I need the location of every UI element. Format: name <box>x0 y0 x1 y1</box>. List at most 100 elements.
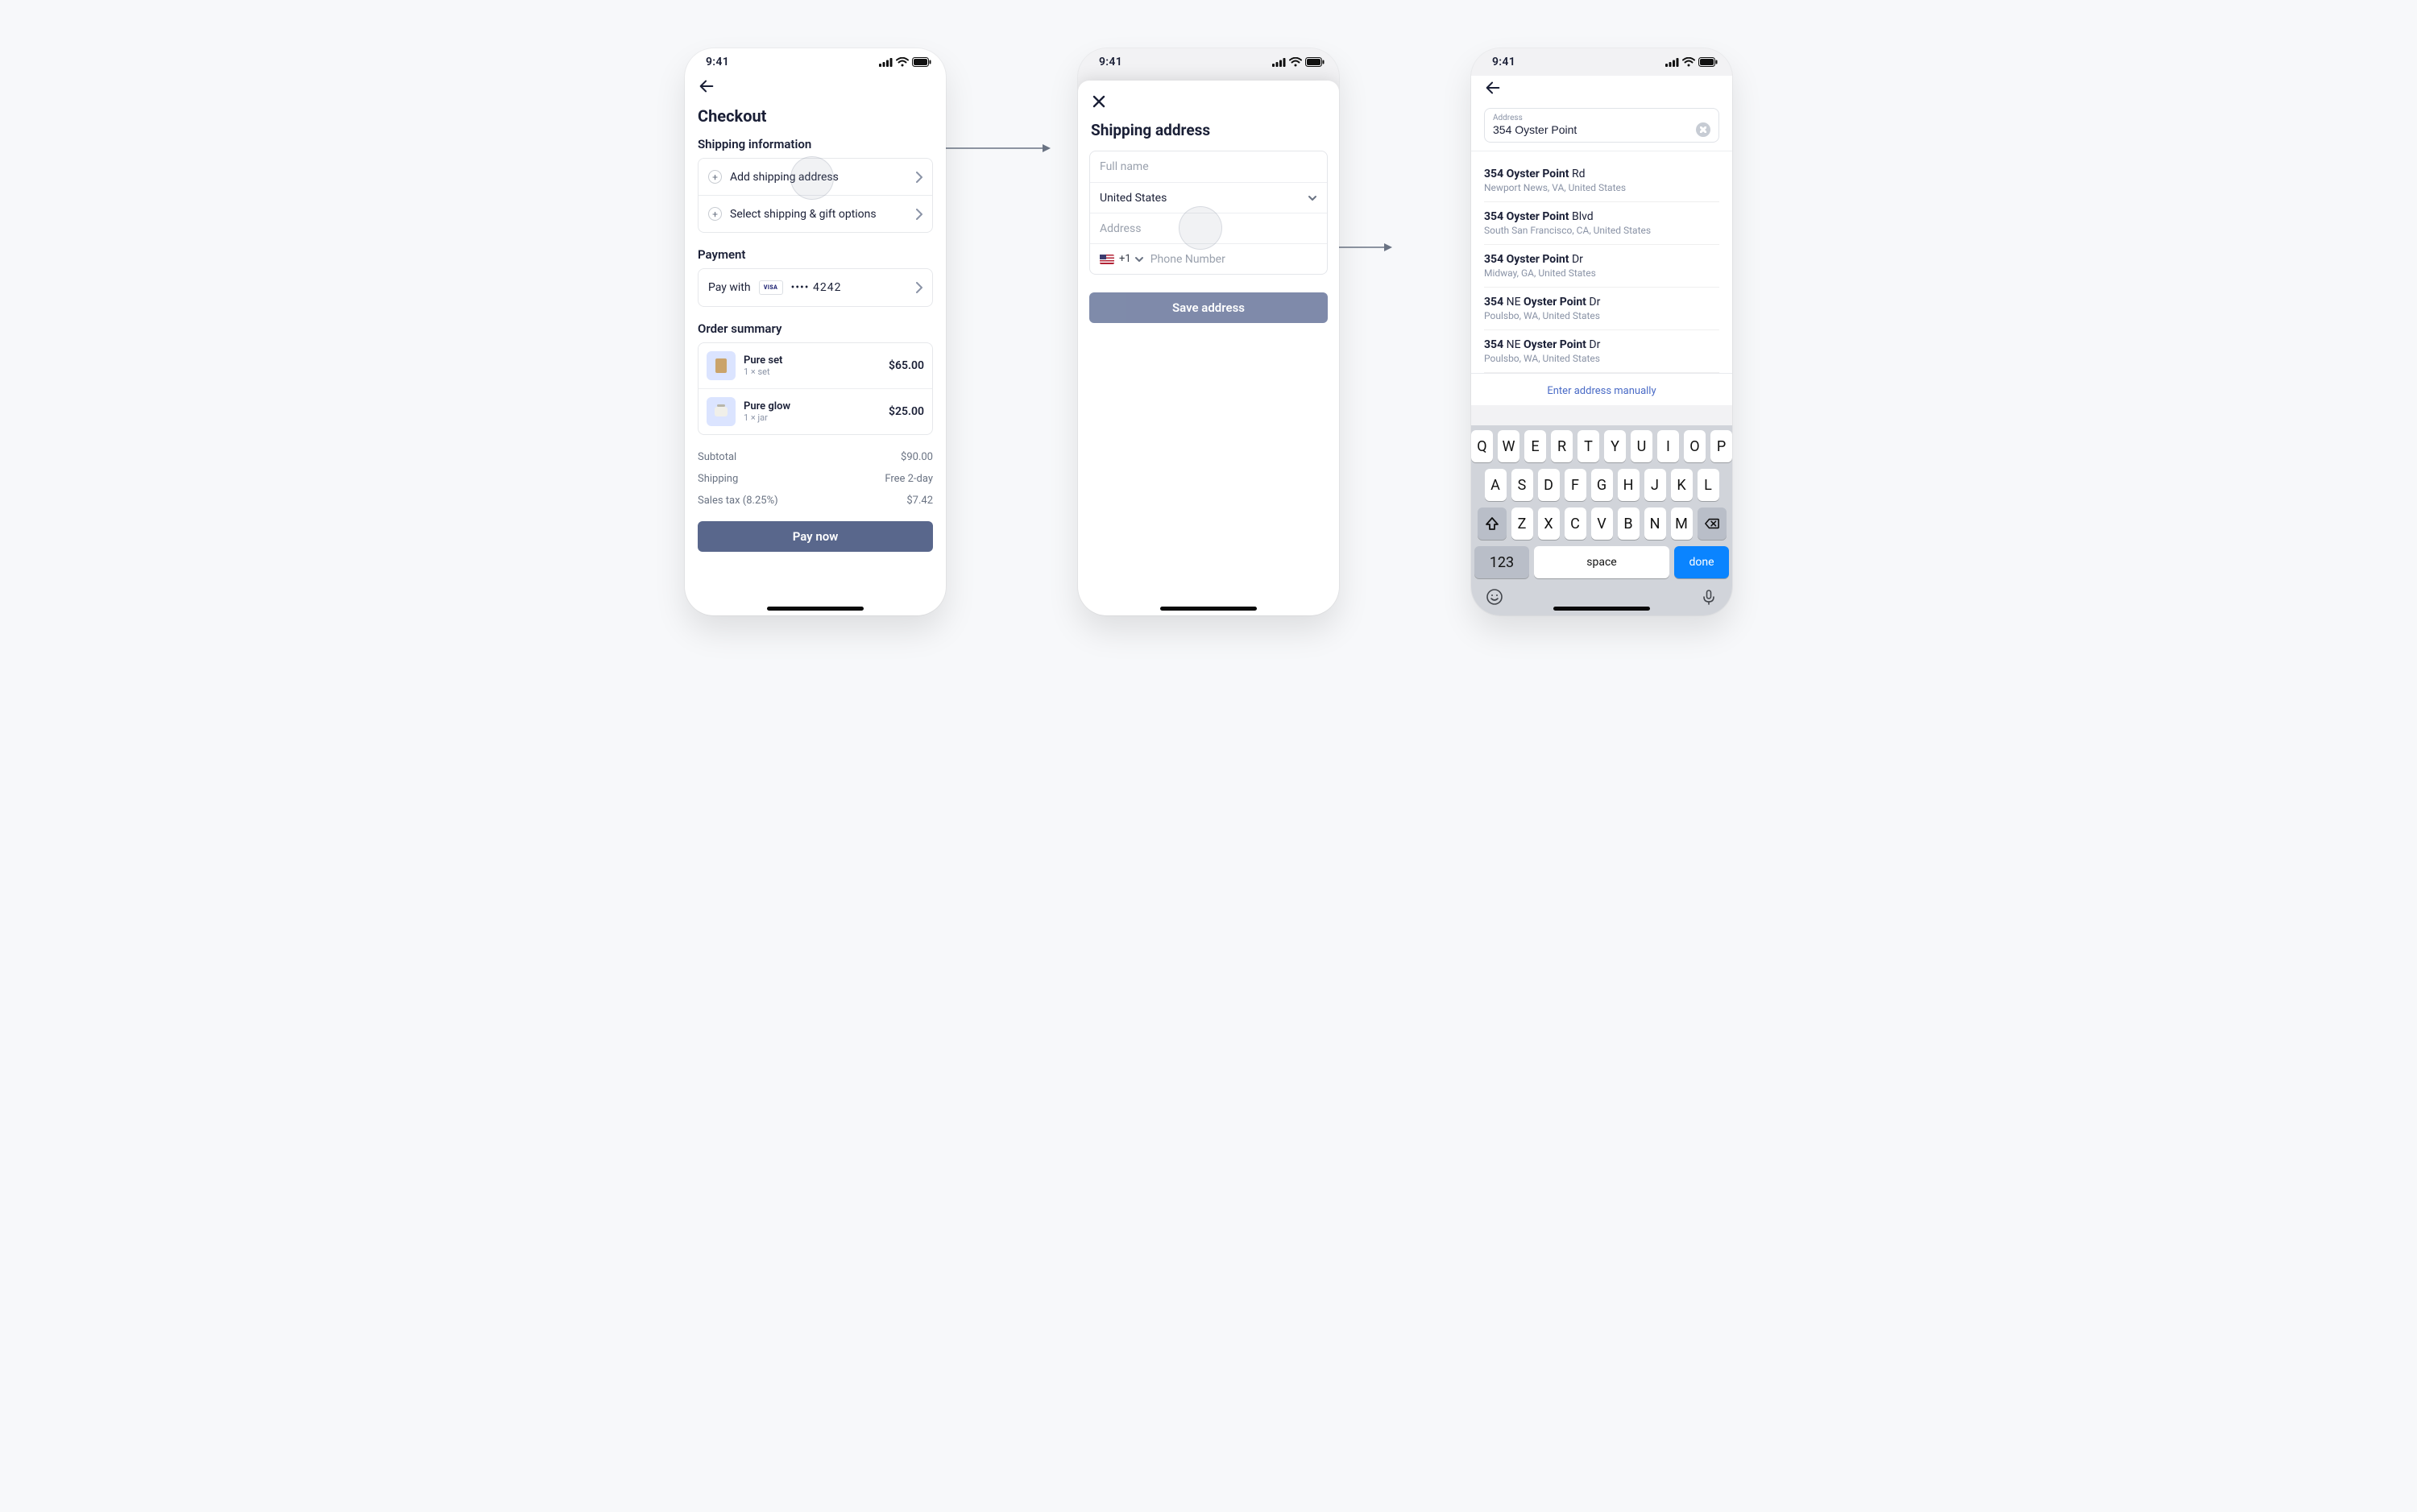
letter-key[interactable]: P <box>1710 430 1732 462</box>
wifi-icon <box>1289 57 1302 67</box>
letter-key[interactable]: R <box>1551 430 1573 462</box>
letter-key[interactable]: M <box>1671 507 1693 540</box>
pay-now-button[interactable]: Pay now <box>698 521 933 552</box>
enter-address-manually-link[interactable]: Enter address manually <box>1471 373 1732 405</box>
cellular-icon <box>1272 58 1286 67</box>
letter-key[interactable]: J <box>1644 469 1666 501</box>
status-time: 9:41 <box>706 56 729 68</box>
visa-badge: VISA <box>759 280 783 295</box>
tax-value: $7.42 <box>906 495 933 507</box>
screen-address-autocomplete: 9:41 Address <box>1471 48 1732 615</box>
full-name-field[interactable]: Full name <box>1090 151 1327 182</box>
letter-key[interactable]: A <box>1485 469 1507 501</box>
close-icon <box>1092 95 1105 108</box>
letter-key[interactable]: I <box>1657 430 1679 462</box>
phone-placeholder: Phone Number <box>1150 253 1225 266</box>
letter-key[interactable]: U <box>1631 430 1652 462</box>
letter-key[interactable]: Y <box>1604 430 1626 462</box>
letter-key[interactable]: D <box>1538 469 1560 501</box>
shift-icon <box>1485 516 1499 531</box>
subtotal-value: $90.00 <box>901 451 933 463</box>
numeric-key[interactable]: 123 <box>1474 546 1529 578</box>
arrow-left-icon <box>1484 79 1502 97</box>
shift-key[interactable] <box>1478 507 1507 540</box>
page-title: Checkout <box>698 106 933 126</box>
order-item-price: $65.00 <box>889 359 924 372</box>
address-suggestion-list: 354 Oyster Point RdNewport News, VA, Uni… <box>1471 151 1732 373</box>
letter-key[interactable]: G <box>1591 469 1613 501</box>
letter-key[interactable]: H <box>1618 469 1640 501</box>
emoji-icon <box>1486 588 1503 606</box>
shipping-section-heading: Shipping information <box>698 137 933 151</box>
chevron-right-icon <box>916 209 922 220</box>
subtotal-label: Subtotal <box>698 451 736 463</box>
dictation-key[interactable] <box>1700 588 1718 609</box>
address-suggestion[interactable]: 354 Oyster Point BlvdSouth San Francisco… <box>1484 202 1719 245</box>
product-thumb <box>707 351 736 380</box>
country-select[interactable]: United States <box>1090 182 1327 213</box>
pay-with-label: Pay with <box>708 281 751 294</box>
add-shipping-address-row[interactable]: + Add shipping address <box>699 159 932 195</box>
battery-icon <box>1305 57 1325 67</box>
letter-key[interactable]: X <box>1538 507 1560 540</box>
letter-key[interactable]: T <box>1577 430 1599 462</box>
ios-keyboard: QWERTYUIOP ASDFGHJKL ZXCVBNM 123 space d… <box>1471 425 1732 615</box>
letter-key[interactable]: E <box>1524 430 1546 462</box>
emoji-key[interactable] <box>1486 588 1503 609</box>
letter-key[interactable]: B <box>1618 507 1640 540</box>
address-suggestion[interactable]: 354 NE Oyster Point DrPoulsbo, WA, Unite… <box>1484 330 1719 373</box>
home-indicator <box>1160 607 1257 611</box>
shipping-label: Shipping <box>698 473 738 485</box>
phone-field[interactable]: +1 Phone Number <box>1090 243 1327 274</box>
back-button[interactable] <box>1484 79 1502 100</box>
letter-key[interactable]: O <box>1684 430 1706 462</box>
address-suggestion[interactable]: 354 Oyster Point DrMidway, GA, United St… <box>1484 245 1719 288</box>
letter-key[interactable]: W <box>1498 430 1519 462</box>
backspace-key[interactable] <box>1698 507 1727 540</box>
screen-checkout: 9:41 Checkout Shipping information + Add… <box>685 48 946 615</box>
letter-key[interactable]: K <box>1671 469 1693 501</box>
address-search-input[interactable] <box>1493 123 1696 136</box>
chevron-right-icon <box>916 172 922 183</box>
space-key[interactable]: space <box>1534 546 1669 578</box>
address-search-box[interactable]: Address <box>1484 108 1719 143</box>
status-time: 9:41 <box>1099 56 1122 68</box>
shipping-value: Free 2-day <box>885 473 933 485</box>
status-icons <box>1665 57 1718 67</box>
address-suggestion[interactable]: 354 Oyster Point RdNewport News, VA, Uni… <box>1484 159 1719 202</box>
address-suggestion[interactable]: 354 NE Oyster Point DrPoulsbo, WA, Unite… <box>1484 288 1719 330</box>
home-indicator <box>1553 607 1650 611</box>
done-key[interactable]: done <box>1674 546 1729 578</box>
shipping-address-sheet: Shipping address Full name United States… <box>1078 81 1339 615</box>
letter-key[interactable]: F <box>1565 469 1586 501</box>
payment-method-row[interactable]: Pay with VISA •••• 4242 <box>699 269 932 306</box>
status-icons <box>1272 57 1325 67</box>
letter-key[interactable]: L <box>1698 469 1719 501</box>
order-summary-card: Pure set 1 × set $65.00 Pure glow 1 × ja… <box>698 342 933 435</box>
chevron-right-icon <box>916 282 922 293</box>
tax-label: Sales tax (8.25%) <box>698 495 778 507</box>
letter-key[interactable]: Z <box>1511 507 1533 540</box>
letter-key[interactable]: N <box>1644 507 1666 540</box>
wifi-icon <box>1682 57 1695 67</box>
order-item-name: Pure glow <box>744 400 790 412</box>
payment-section-heading: Payment <box>698 247 933 262</box>
letter-key[interactable]: V <box>1591 507 1613 540</box>
home-indicator <box>767 607 864 611</box>
card-last4: •••• 4242 <box>791 281 842 294</box>
save-address-button[interactable]: Save address <box>1089 292 1328 323</box>
close-button[interactable] <box>1089 92 1109 111</box>
select-shipping-options-row[interactable]: + Select shipping & gift options <box>699 195 932 232</box>
status-bar: 9:41 <box>1078 48 1339 76</box>
order-summary-heading: Order summary <box>698 321 933 336</box>
plus-circle-icon: + <box>708 170 722 184</box>
letter-key[interactable]: S <box>1511 469 1533 501</box>
back-button[interactable] <box>698 77 715 98</box>
letter-key[interactable]: Q <box>1471 430 1493 462</box>
order-item-sub: 1 × jar <box>744 412 790 423</box>
battery-icon <box>912 57 931 67</box>
address-field[interactable]: Address <box>1090 213 1327 243</box>
status-bar: 9:41 <box>685 48 946 76</box>
clear-button[interactable] <box>1696 122 1710 137</box>
letter-key[interactable]: C <box>1565 507 1586 540</box>
